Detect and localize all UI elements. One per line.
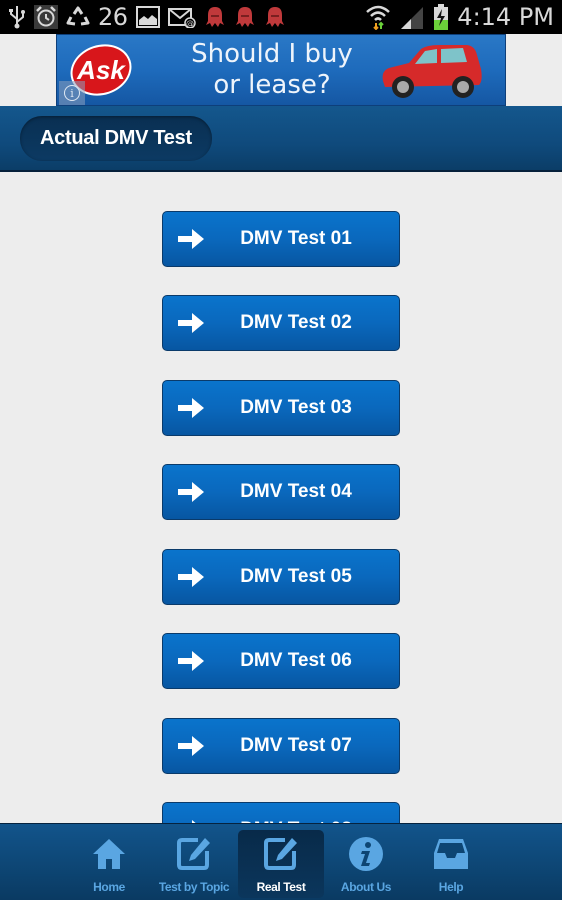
gallery-icon [135, 5, 160, 29]
nav-home[interactable]: Home [66, 830, 152, 898]
info-icon: i [64, 85, 80, 101]
dmv-test-button-07[interactable]: DMV Test 07 [162, 718, 400, 774]
dmv-test-button-06[interactable]: DMV Test 06 [162, 633, 400, 689]
wifi-icon [365, 5, 391, 30]
home-icon [91, 836, 127, 872]
test-list[interactable]: DMV Test 01 DMV Test 02 DMV Test 03 DMV … [0, 174, 562, 824]
button-label: DMV Test 01 [240, 228, 352, 249]
nav-about-us[interactable]: About Us [323, 830, 409, 898]
button-label: DMV Test 03 [240, 397, 352, 418]
nav-help[interactable]: Help [408, 830, 494, 898]
app-icon [264, 5, 286, 29]
nav-label: Test by Topic [158, 880, 230, 894]
button-label: DMV Test 06 [240, 650, 352, 671]
battery-charging-icon [433, 4, 449, 30]
edit-icon [176, 836, 212, 872]
dmv-test-button-08[interactable]: DMV Test 08 [162, 802, 400, 824]
car-icon [382, 45, 482, 98]
inbox-icon [433, 836, 469, 872]
ad-text-line2: or lease? [213, 70, 331, 100]
ad-banner[interactable]: Ask i Should I buy or lease? [56, 34, 506, 106]
button-label: DMV Test 04 [240, 481, 352, 502]
ad-text: Should I buy or lease? [172, 39, 372, 101]
clock: 4:14 PM [457, 3, 554, 31]
bottom-nav: Home Test by Topic Real Test About Us He… [0, 823, 562, 900]
dmv-test-button-05[interactable]: DMV Test 05 [162, 549, 400, 605]
ad-text-line1: Should I buy [191, 39, 353, 69]
nav-label: About Us [340, 880, 392, 894]
page-title: Actual DMV Test [40, 127, 192, 149]
email-icon: @ [167, 5, 196, 29]
recycle-icon [66, 5, 90, 29]
page-header: Actual DMV Test [0, 106, 562, 172]
app-screen: 26 @ 4:14 PM Ask i Should I buy or lease… [0, 0, 562, 900]
button-label: DMV Test 05 [240, 566, 352, 587]
notification-count: 26 [98, 3, 128, 31]
app-icon [204, 5, 226, 29]
button-label: DMV Test 07 [240, 735, 352, 756]
signal-icon [399, 5, 425, 29]
dmv-test-button-01[interactable]: DMV Test 01 [162, 211, 400, 267]
nav-real-test[interactable]: Real Test [238, 830, 324, 898]
dmv-test-button-04[interactable]: DMV Test 04 [162, 464, 400, 520]
nav-label: Real Test [256, 880, 306, 894]
nav-test-by-topic[interactable]: Test by Topic [151, 830, 237, 898]
alarm-icon [34, 5, 58, 29]
status-bar: 26 @ 4:14 PM [0, 0, 562, 34]
page-title-pill: Actual DMV Test [20, 116, 212, 161]
button-label: DMV Test 02 [240, 312, 352, 333]
ad-container: Ask i Should I buy or lease? [0, 34, 562, 106]
usb-icon [8, 5, 26, 29]
edit-icon [263, 836, 299, 872]
nav-label: Home [93, 880, 125, 894]
info-icon [348, 836, 384, 872]
svg-text:@: @ [186, 19, 194, 28]
nav-label: Help [438, 880, 464, 894]
app-icon [234, 5, 256, 29]
dmv-test-button-03[interactable]: DMV Test 03 [162, 380, 400, 436]
ad-info-button[interactable]: i [59, 81, 85, 105]
dmv-test-button-02[interactable]: DMV Test 02 [162, 295, 400, 351]
